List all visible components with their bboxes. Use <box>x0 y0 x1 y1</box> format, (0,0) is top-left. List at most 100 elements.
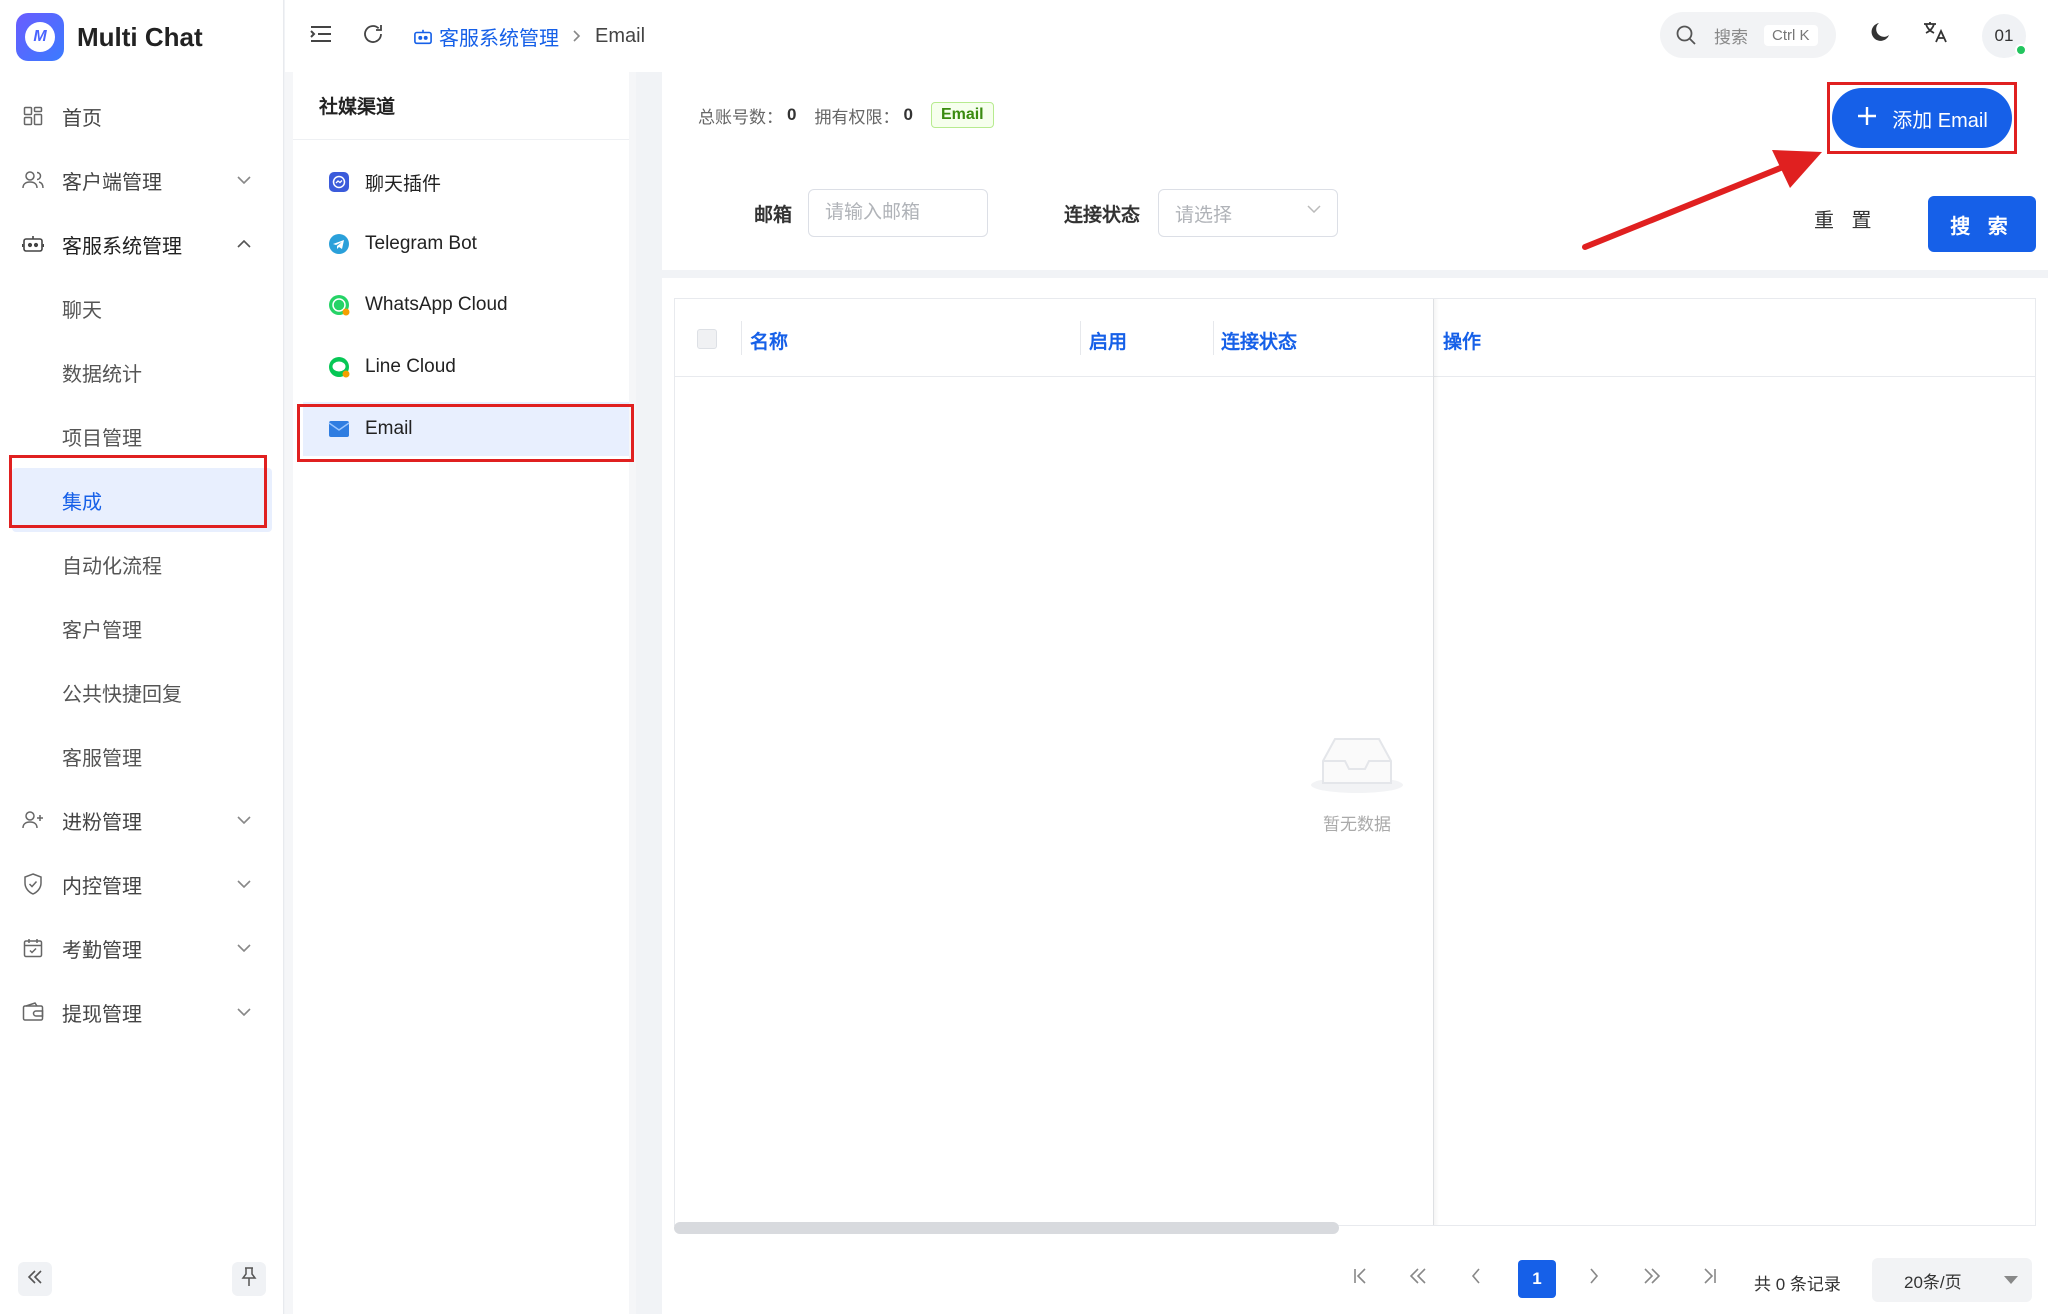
prev-page-button[interactable] <box>1458 1260 1494 1296</box>
pin-sidebar-button[interactable] <box>232 1262 266 1296</box>
status-filter-label: 连接状态 <box>1064 205 1141 226</box>
channel-label: WhatsApp Cloud <box>365 294 508 315</box>
breadcrumb: 客服系统管理 Email <box>413 22 645 51</box>
channel-item-line[interactable]: Line Cloud <box>303 340 629 394</box>
channel-item-chat-plugin[interactable]: 聊天插件 <box>303 155 629 209</box>
app-logo: M <box>16 13 64 61</box>
search-button[interactable]: 搜 索 <box>1928 196 2036 252</box>
global-search[interactable]: 搜索 Ctrl K <box>1660 12 1836 58</box>
pagination: 1 共 0 条记录 20条/页 <box>662 1248 2048 1308</box>
translate-icon <box>1922 20 1948 49</box>
next-page-button[interactable] <box>1576 1260 1612 1296</box>
column-header-enabled[interactable]: 启用 <box>1089 327 1127 354</box>
channel-item-whatsapp[interactable]: WhatsApp Cloud <box>303 278 629 332</box>
channel-tag: Email <box>930 102 994 128</box>
double-chevron-right-icon <box>1643 1267 1661 1289</box>
breadcrumb-link[interactable]: 客服系统管理 <box>413 22 559 51</box>
column-divider <box>741 321 742 355</box>
channel-item-email[interactable]: Email <box>303 402 629 456</box>
column-header-status[interactable]: 连接状态 <box>1221 327 1297 354</box>
sidebar-subitem-customers[interactable]: 客户管理 <box>0 596 284 660</box>
channel-panel-title: 社媒渠道 <box>293 72 629 140</box>
next-group-button[interactable] <box>1634 1260 1670 1296</box>
prev-group-button[interactable] <box>1400 1260 1436 1296</box>
refresh-button[interactable] <box>359 22 387 50</box>
sidebar-subitem-chat[interactable]: 聊天 <box>0 276 284 340</box>
page-size-select[interactable]: 20条/页 <box>1872 1258 2032 1302</box>
sidebar-item-cs-system[interactable]: 客服系统管理 <box>0 212 284 276</box>
chevron-down-icon <box>236 876 252 892</box>
channel-label: Line Cloud <box>365 356 456 377</box>
sidebar-subitem-integration[interactable]: 集成 <box>12 468 272 532</box>
sidebar-item-attendance[interactable]: 考勤管理 <box>0 916 284 980</box>
collapse-sidebar-button[interactable] <box>18 1262 52 1296</box>
sidebar-subitem-automation[interactable]: 自动化流程 <box>0 532 284 596</box>
user-plus-icon <box>22 809 44 831</box>
sidebar-subitem-quick-replies[interactable]: 公共快捷回复 <box>0 660 284 724</box>
sidebar-item-label: 客服系统管理 <box>62 235 182 258</box>
sidebar-item-client-management[interactable]: 客户端管理 <box>0 148 284 212</box>
sidebar-item-internal-control[interactable]: 内控管理 <box>0 852 284 916</box>
calendar-check-icon <box>22 937 44 959</box>
email-table: 名称 启用 连接状态 操作 暂无数据 <box>674 298 2036 1226</box>
menu-toggle-button[interactable] <box>307 22 335 50</box>
menu-fold-icon <box>310 25 332 48</box>
sidebar-subitem-statistics[interactable]: 数据统计 <box>0 340 284 404</box>
column-header-actions: 操作 <box>1443 332 1482 353</box>
total-records: 共 0 条记录 <box>1754 1275 1841 1294</box>
first-page-button[interactable] <box>1342 1260 1378 1296</box>
app-name: Multi Chat <box>77 21 203 52</box>
sidebar-nav: 首页 客户端管理 客服系统管理 聊天 数据统计 项目管理 集成 自动化流程 客户… <box>0 84 284 1044</box>
column-header-name[interactable]: 名称 <box>750 327 788 354</box>
chevron-down-icon <box>1307 205 1321 213</box>
account-stats: 总账号数： 0 拥有权限： 0 Email <box>698 102 994 128</box>
chevron-down-icon <box>236 1004 252 1020</box>
filter-card: 总账号数： 0 拥有权限： 0 Email 添加 Email 邮箱 连接状态 请… <box>662 72 2048 270</box>
sidebar-subitem-projects[interactable]: 项目管理 <box>0 404 284 468</box>
robot-icon <box>413 28 433 46</box>
online-status-dot <box>2015 44 2027 56</box>
sidebar-item-label: 首页 <box>62 107 102 130</box>
sidebar-item-label: 进粉管理 <box>62 811 142 834</box>
channel-label: Email <box>365 418 413 439</box>
chevron-left-icon <box>1471 1267 1481 1289</box>
channel-label: 聊天插件 <box>365 173 442 195</box>
empty-state-text: 暂无数据 <box>1323 815 1391 834</box>
whatsapp-icon <box>327 293 351 317</box>
first-page-icon <box>1353 1267 1367 1289</box>
main-content: 总账号数： 0 拥有权限： 0 Email 添加 Email 邮箱 连接状态 请… <box>662 72 2048 1314</box>
channel-panel: 社媒渠道 聊天插件 Telegram Bot WhatsApp Cloud Li… <box>285 72 636 1314</box>
table-header: 名称 启用 连接状态 操作 <box>675 299 2035 377</box>
search-icon <box>1674 23 1698 47</box>
sidebar-item-fans[interactable]: 进粉管理 <box>0 788 284 852</box>
horizontal-scrollbar[interactable] <box>674 1222 1339 1234</box>
total-accounts-label: 总账号数： <box>698 107 783 127</box>
sidebar-item-label: 内控管理 <box>62 875 142 898</box>
search-shortcut: Ctrl K <box>1764 24 1818 46</box>
email-filter-input[interactable] <box>808 189 988 237</box>
sidebar-subitem-agents[interactable]: 客服管理 <box>0 724 284 788</box>
pin-icon <box>241 1266 257 1292</box>
channel-card: 社媒渠道 聊天插件 Telegram Bot WhatsApp Cloud Li… <box>293 72 629 1314</box>
sidebar-item-withdrawal[interactable]: 提现管理 <box>0 980 284 1044</box>
email-input[interactable] <box>825 202 987 224</box>
app-logo-letter: M <box>25 22 55 52</box>
page-number-current[interactable]: 1 <box>1518 1260 1556 1298</box>
channel-item-telegram[interactable]: Telegram Bot <box>303 217 629 271</box>
language-toggle[interactable] <box>1921 20 1949 48</box>
last-page-button[interactable] <box>1692 1260 1728 1296</box>
total-accounts-value: 0 <box>787 105 797 124</box>
dark-mode-toggle[interactable] <box>1867 20 1895 48</box>
brand[interactable]: M Multi Chat <box>16 12 203 62</box>
email-icon <box>327 417 351 441</box>
dashboard-icon <box>22 105 44 127</box>
caret-down-icon <box>2004 1276 2018 1284</box>
sidebar-item-home[interactable]: 首页 <box>0 84 284 148</box>
email-filter-label: 邮箱 <box>754 205 793 226</box>
highlight-box <box>1827 82 2017 154</box>
column-divider <box>1080 321 1081 355</box>
status-filter-select[interactable]: 请选择 <box>1158 189 1338 237</box>
select-all-checkbox[interactable] <box>697 329 717 349</box>
channel-label: Telegram Bot <box>365 233 477 254</box>
reset-button[interactable]: 重 置 <box>1814 204 1878 233</box>
